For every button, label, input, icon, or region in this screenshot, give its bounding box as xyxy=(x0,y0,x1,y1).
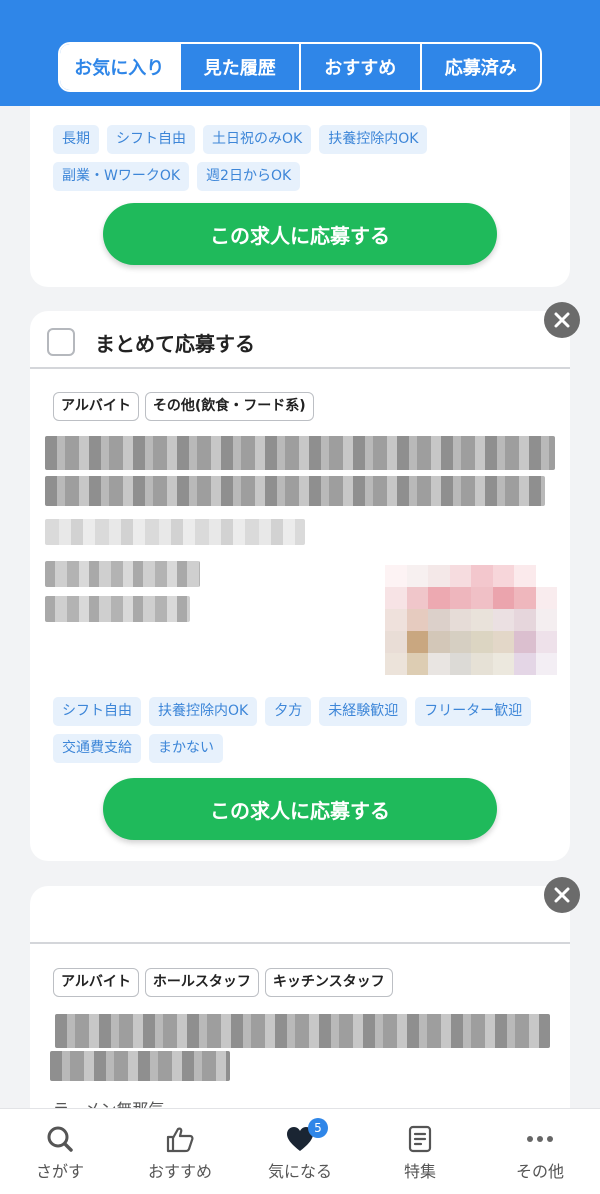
feature-tag: 未経験歓迎 xyxy=(319,697,408,726)
feature-tag: 長期 xyxy=(53,125,99,154)
nav-label: その他 xyxy=(515,1162,564,1181)
favorites-list: 長期 シフト自由 土日祝のみOK 扶養控除内OK 副業・WワークOK 週2日から… xyxy=(0,0,600,1194)
feature-tags: シフト自由 扶養控除内OK 夕方 未経験歓迎 フリーター歓迎 交通費支給 まかな… xyxy=(53,697,543,763)
feature-tag: シフト自由 xyxy=(53,697,141,726)
feature-tag: シフト自由 xyxy=(107,125,195,154)
category-tag: アルバイト xyxy=(53,968,139,997)
feature-tag: フリーター歓迎 xyxy=(415,697,532,726)
bottom-nav: さがす おすすめ 5 気になる 特集 その他 xyxy=(0,1108,600,1194)
nav-label: おすすめ xyxy=(147,1162,212,1181)
bulk-apply-row[interactable]: まとめて応募する xyxy=(30,311,570,369)
close-icon xyxy=(554,887,570,903)
category-tags: アルバイト ホールスタッフ キッチンスタッフ xyxy=(53,968,393,997)
feature-tag: 扶養控除内OK xyxy=(319,125,428,154)
feature-tag: 扶養控除内OK xyxy=(149,697,258,726)
category-tag: ホールスタッフ xyxy=(144,968,259,997)
remove-favorite-button[interactable] xyxy=(544,302,580,338)
nav-item-favorites[interactable]: 5 気になる xyxy=(240,1109,360,1194)
category-tag: その他(飲食・フード系) xyxy=(144,392,314,421)
feature-tags: 長期 シフト自由 土日祝のみOK 扶養控除内OK 副業・WワークOK 週2日から… xyxy=(53,125,543,191)
nav-label: さがす xyxy=(35,1162,84,1181)
apply-button[interactable]: この求人に応募する xyxy=(103,203,497,265)
blurred-job-title xyxy=(50,1051,230,1081)
bulk-apply-row xyxy=(30,886,570,944)
nav-item-search[interactable]: さがす xyxy=(0,1109,120,1194)
blurred-detail xyxy=(45,596,190,622)
remove-favorite-button[interactable] xyxy=(544,877,580,913)
blurred-job-title xyxy=(55,1014,550,1048)
more-icon xyxy=(526,1125,554,1153)
feature-tag: 副業・WワークOK xyxy=(53,162,190,191)
category-tag: キッチンスタッフ xyxy=(264,968,393,997)
nav-item-recommend[interactable]: おすすめ xyxy=(120,1109,240,1194)
apply-button[interactable]: この求人に応募する xyxy=(103,778,497,840)
category-tag: アルバイト xyxy=(53,392,139,421)
tab-recommended[interactable]: おすすめ xyxy=(301,44,422,90)
feature-tag: まかない xyxy=(149,734,223,763)
bulk-apply-label: まとめて応募する xyxy=(95,332,255,356)
feature-tag: 夕方 xyxy=(265,697,312,726)
feature-tag: 週2日からOK xyxy=(197,162,301,191)
favorites-count-badge: 5 xyxy=(308,1118,328,1138)
feature-tag: 交通費支給 xyxy=(53,734,141,763)
category-tags: アルバイト その他(飲食・フード系) xyxy=(53,392,314,421)
blurred-detail xyxy=(45,519,305,545)
tab-history[interactable]: 見た履歴 xyxy=(181,44,301,90)
tab-favorites[interactable]: お気に入り xyxy=(60,44,181,90)
bulk-apply-checkbox[interactable] xyxy=(47,328,75,356)
feature-tag: 土日祝のみOK xyxy=(203,125,312,154)
job-card: まとめて応募する アルバイト その他(飲食・フード系) シフト自由 扶養控除内O… xyxy=(30,311,570,861)
document-icon xyxy=(408,1125,432,1153)
list-tabs: お気に入り 見た履歴 おすすめ 応募済み xyxy=(58,42,542,92)
close-icon xyxy=(554,312,570,328)
tab-applied[interactable]: 応募済み xyxy=(422,44,541,90)
nav-label: 気になる xyxy=(267,1162,332,1181)
blurred-job-title xyxy=(45,476,545,506)
thumbs-up-icon xyxy=(165,1125,195,1153)
top-header: お気に入り 見た履歴 おすすめ 応募済み xyxy=(0,0,600,106)
blurred-detail xyxy=(45,561,200,587)
nav-label: 特集 xyxy=(403,1162,436,1181)
nav-item-more[interactable]: その他 xyxy=(480,1109,600,1194)
blurred-job-title xyxy=(45,436,555,470)
nav-item-features[interactable]: 特集 xyxy=(360,1109,480,1194)
job-thumbnail xyxy=(385,565,557,675)
search-icon xyxy=(46,1125,74,1153)
job-card: 長期 シフト自由 土日祝のみOK 扶養控除内OK 副業・WワークOK 週2日から… xyxy=(30,80,570,287)
